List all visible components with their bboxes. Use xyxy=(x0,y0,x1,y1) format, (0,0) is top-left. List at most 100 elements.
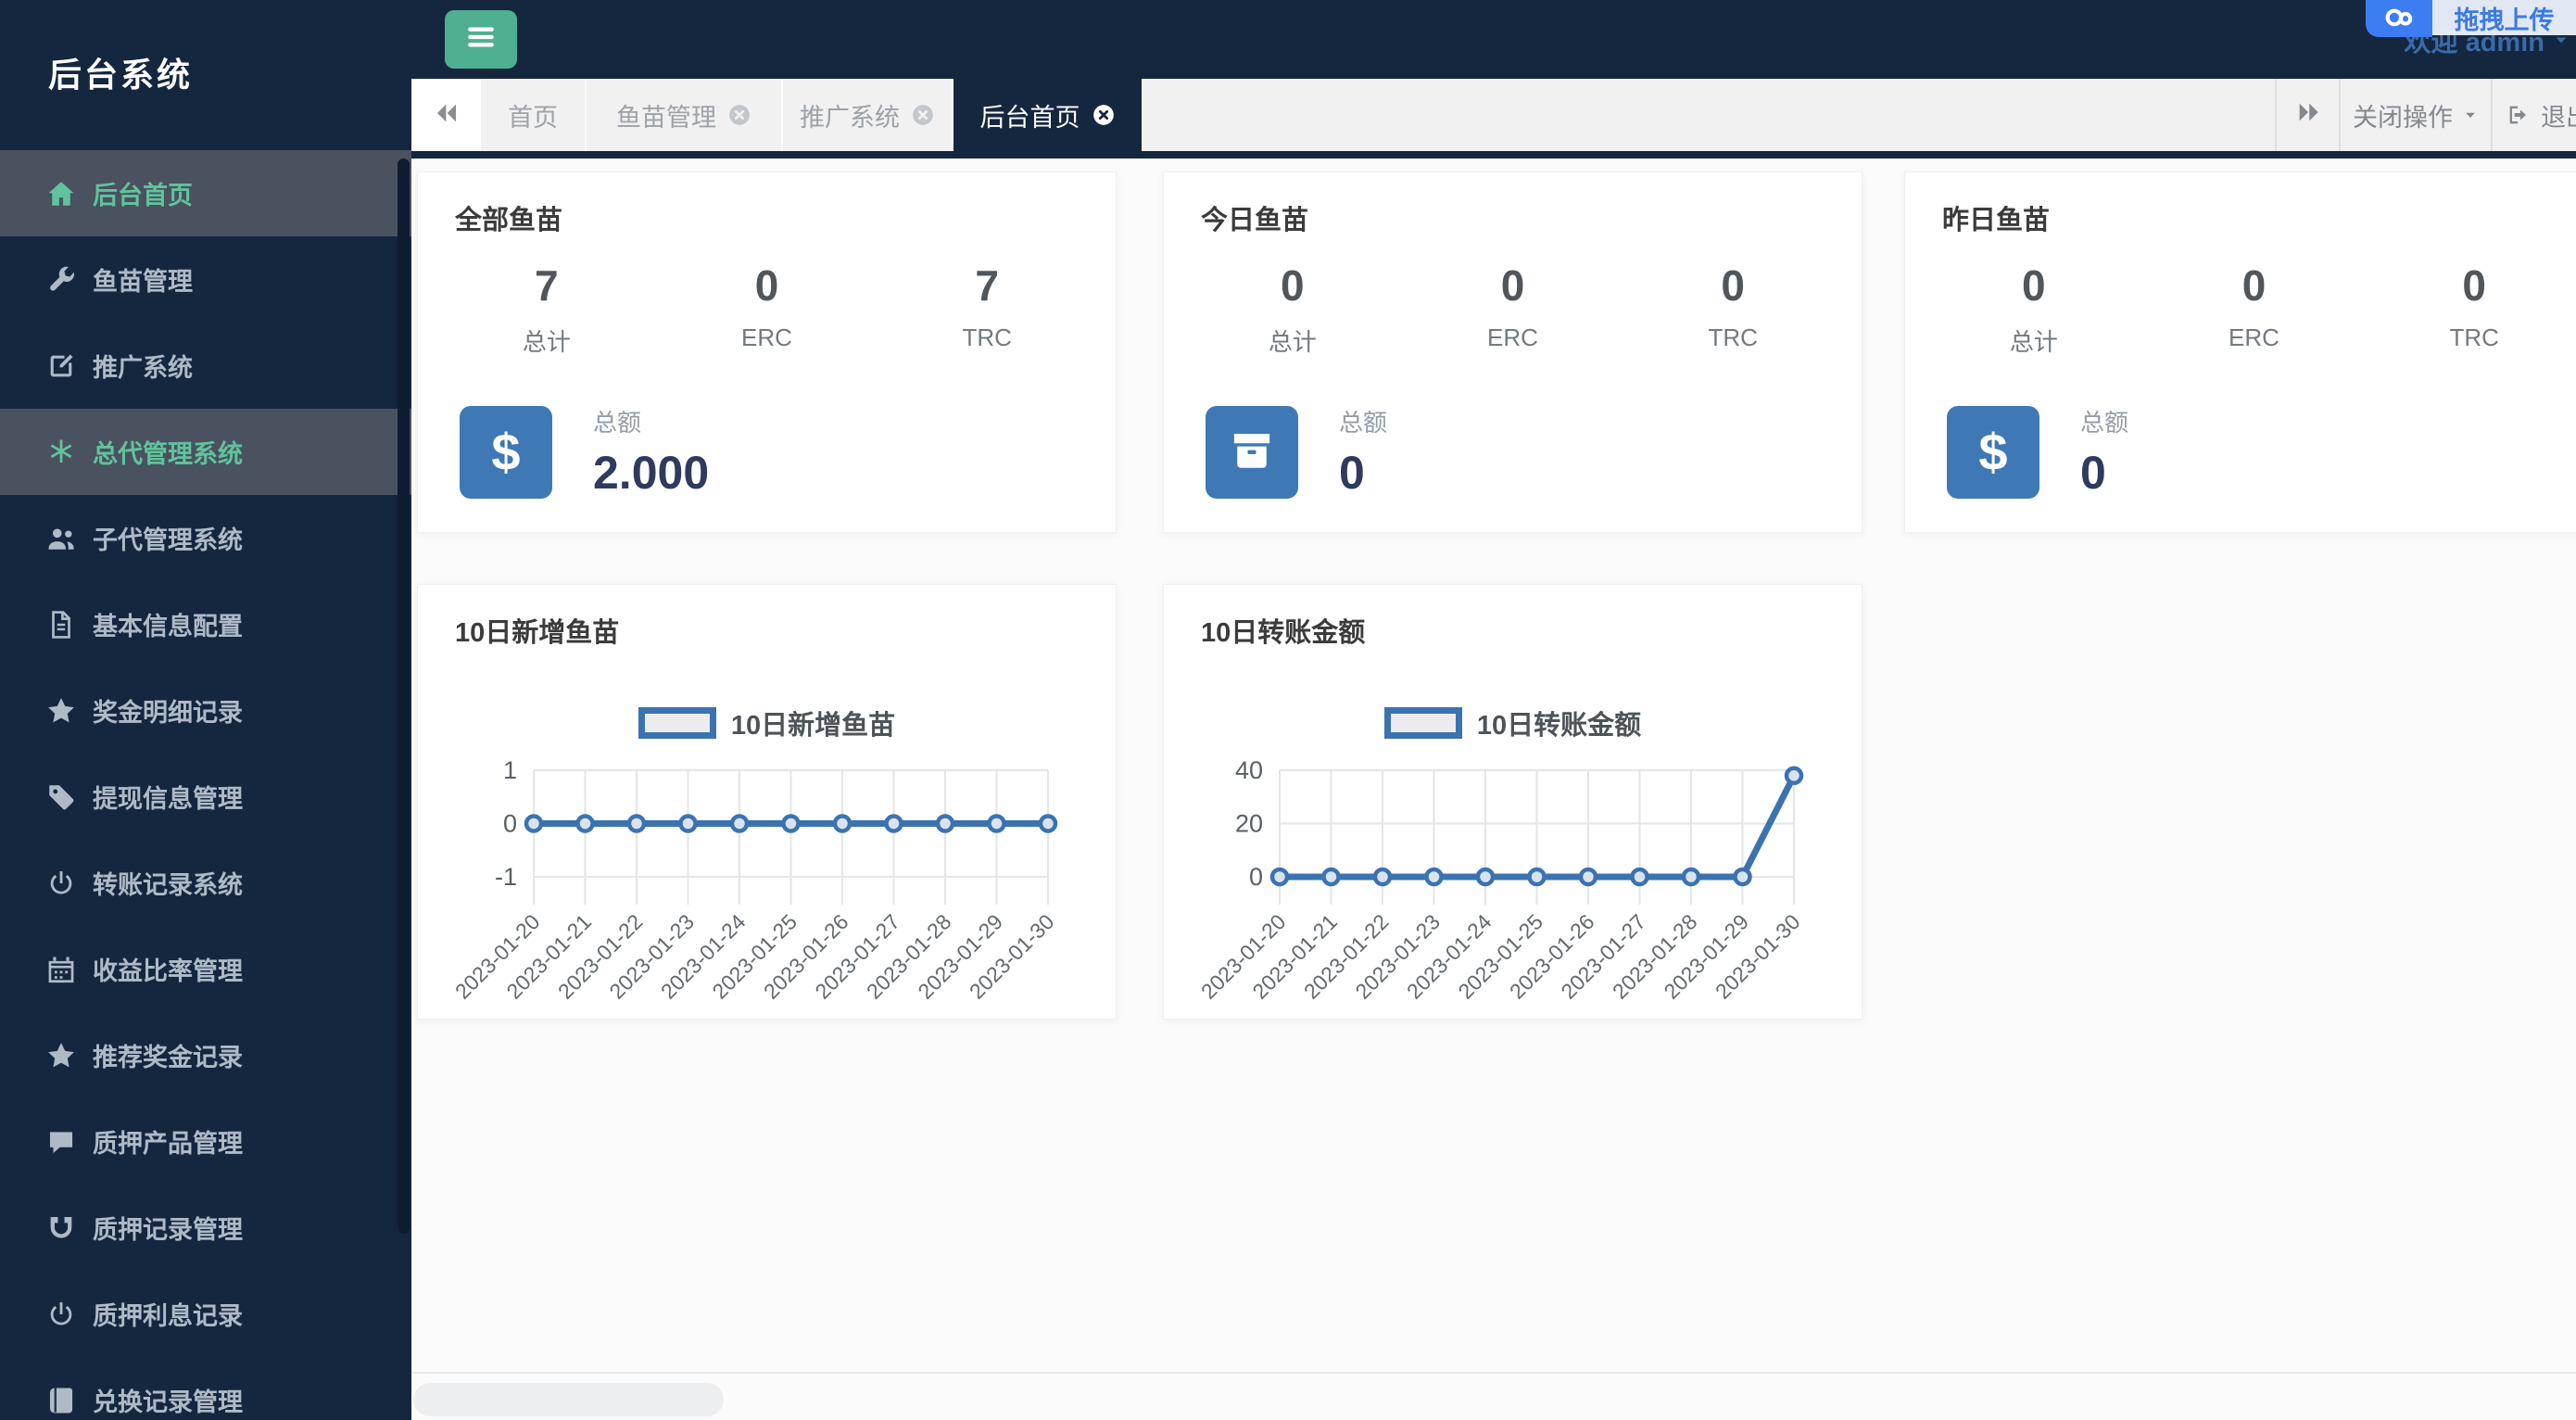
stat-card-昨日鱼苗: 昨日鱼苗 0 总计 0 ERC 0 TRC $ 总额 0 xyxy=(1904,171,2576,533)
stat-label: ERC xyxy=(741,323,792,351)
total-text: 总额 0 xyxy=(2080,404,2128,500)
sidebar-item-label: 提现信息管理 xyxy=(93,785,243,813)
tab-label: 后台首页 xyxy=(979,103,1080,132)
svg-text:0: 0 xyxy=(1249,863,1263,891)
stat-label: 总计 xyxy=(2009,328,2058,356)
total-value: 0 xyxy=(1339,447,1365,499)
stat-value: 0 xyxy=(2241,261,2267,310)
stat-card-全部鱼苗: 全部鱼苗 7 总计 0 ERC 7 TRC $ 总额 2.000 xyxy=(417,171,1117,533)
chart-card-10日新增鱼苗: 10日新增鱼苗 10日新增鱼苗 1 0 -1 2023-01-20 2023-01-21… xyxy=(417,584,1117,1020)
sidebar-item-后台首页[interactable]: 后台首页 xyxy=(0,150,411,236)
comment-icon xyxy=(43,1126,80,1158)
caret-down-icon xyxy=(2466,112,2475,118)
hamburger-icon xyxy=(462,19,499,60)
power-icon xyxy=(43,1299,80,1330)
sidebar-item-鱼苗管理[interactable]: 鱼苗管理 xyxy=(0,236,411,323)
sidebar-item-推广系统[interactable]: 推广系统 xyxy=(0,323,411,409)
double-chevron-left-icon xyxy=(433,99,461,132)
sidebar-item-label: 兑换记录管理 xyxy=(93,1388,243,1416)
sidebar-item-总代管理系统[interactable]: 总代管理系统 xyxy=(0,409,411,495)
chart-legend[interactable]: 10日转账金额 xyxy=(1164,704,1862,742)
tabs-list: 首页 鱼苗管理 推广系统 后台首页 xyxy=(481,79,1142,151)
stat-value: 0 xyxy=(2022,261,2046,310)
sidebar-item-奖金明细记录[interactable]: 奖金明细记录 xyxy=(0,667,411,754)
chart-area: 1 0 -1 2023-01-20 2023-01-21 2023-01-22 2023-0… xyxy=(418,742,1118,1021)
stat-value: 0 xyxy=(2462,261,2486,310)
sign-out-icon xyxy=(2509,106,2527,124)
card-total-block: $ 总额 0 xyxy=(1947,404,2128,500)
total-icon-tile xyxy=(1206,405,1298,499)
stat-ERC: 0 ERC xyxy=(2144,260,2365,358)
asterisk-icon xyxy=(43,437,80,468)
total-icon-tile: $ xyxy=(460,405,552,499)
legend-swatch xyxy=(1383,707,1462,739)
sidebar-item-基本信息配置[interactable]: 基本信息配置 xyxy=(0,581,411,667)
svg-text:20: 20 xyxy=(1235,810,1263,838)
chart-card-title: 10日新增鱼苗 xyxy=(455,618,620,648)
sidebar-item-收益比率管理[interactable]: 收益比率管理 xyxy=(0,926,411,1012)
stat-label: ERC xyxy=(2229,323,2279,351)
close-operations-dropdown[interactable]: 关闭操作 xyxy=(2339,79,2491,151)
stat-TRC: 0 TRC xyxy=(1623,260,1843,358)
horizontal-scrollbar-thumb[interactable] xyxy=(413,1383,724,1416)
dollar-icon: $ xyxy=(1978,423,2008,481)
tab-close-icon[interactable] xyxy=(1092,103,1116,127)
calendar-icon xyxy=(43,954,80,985)
stats-row: 7 总计 0 ERC 7 TRC xyxy=(436,260,1097,358)
tab-strip-filler xyxy=(1142,79,2275,151)
tab-推广系统[interactable]: 推广系统 xyxy=(783,79,953,151)
book-icon xyxy=(43,1385,80,1416)
drag-upload-overlay[interactable]: 拖拽上传 xyxy=(2432,0,2576,35)
sidebar-item-推荐奖金记录[interactable]: 推荐奖金记录 xyxy=(0,1012,411,1098)
star-icon xyxy=(43,1040,80,1071)
tab-鱼苗管理[interactable]: 鱼苗管理 xyxy=(587,79,783,151)
legend-label: 10日新增鱼苗 xyxy=(730,711,896,741)
stat-card-title: 昨日鱼苗 xyxy=(1942,206,2051,235)
sidebar-item-子代管理系统[interactable]: 子代管理系统 xyxy=(0,495,411,581)
chart-plot: 10-12023-01-202023-01-212023-01-222023-0… xyxy=(450,756,1059,1004)
main-content: 全部鱼苗 7 总计 0 ERC 7 TRC $ 总额 2.000 今日鱼苗 0 总计 0 E… xyxy=(411,158,2576,1420)
chart-legend[interactable]: 10日新增鱼苗 xyxy=(418,704,1116,742)
stat-value: 0 xyxy=(1281,261,1305,310)
stats-row: 0 总计 0 ERC 0 TRC xyxy=(1182,260,1843,358)
tabs-scroll-right-button[interactable] xyxy=(2275,79,2339,151)
sidebar-menu: 后台首页 鱼苗管理 推广系统 总代管理系统 子代管理系统 基本信息配置 奖金明细记录提现信息… xyxy=(0,150,411,1420)
card-total-block: $ 总额 2.000 xyxy=(460,404,709,500)
tabstrip-underline xyxy=(411,151,2576,158)
stat-value: 7 xyxy=(535,261,559,310)
upload-widget-logo-tile[interactable] xyxy=(2366,0,2432,37)
chart-card-10日转账金额: 10日转账金额 10日转账金额 40 20 0 2023-01-20 2023-01-2… xyxy=(1163,584,1863,1020)
stat-总计: 0 总计 xyxy=(1924,260,2144,358)
sidebar-item-质押记录管理[interactable]: 质押记录管理 xyxy=(0,1185,411,1271)
total-value: 0 xyxy=(2080,447,2106,499)
stat-label: ERC xyxy=(1487,323,1538,351)
tab-close-icon[interactable] xyxy=(727,103,751,127)
sidebar-toggle-button[interactable] xyxy=(445,10,517,69)
legend-label: 10日转账金额 xyxy=(1476,711,1642,741)
card-total-block: 总额 0 xyxy=(1206,404,1387,500)
total-text: 总额 0 xyxy=(1339,404,1387,500)
stat-card-title: 全部鱼苗 xyxy=(455,206,563,235)
chart-card-title: 10日转账金额 xyxy=(1201,618,1366,648)
stat-总计: 0 总计 xyxy=(1182,260,1403,358)
chart-area: 40 20 0 2023-01-20 2023-01-21 2023-01-22 2023-… xyxy=(1164,742,1863,1021)
edit-icon xyxy=(43,350,80,382)
tabs-scroll-left-button[interactable] xyxy=(411,79,481,151)
tab-后台首页[interactable]: 后台首页 xyxy=(953,79,1142,151)
dollar-icon: $ xyxy=(491,423,521,481)
stat-label: TRC xyxy=(2449,323,2499,351)
stat-value: 7 xyxy=(975,261,999,310)
sidebar-item-质押利息记录[interactable]: 质押利息记录 xyxy=(0,1271,411,1357)
stat-card-今日鱼苗: 今日鱼苗 0 总计 0 ERC 0 TRC 总额 0 xyxy=(1163,171,1863,533)
sidebar-item-提现信息管理[interactable]: 提现信息管理 xyxy=(0,754,411,840)
sidebar-item-质押产品管理[interactable]: 质押产品管理 xyxy=(0,1098,411,1185)
sidebar-scrollbar-thumb[interactable] xyxy=(398,158,410,1234)
svg-text:-1: -1 xyxy=(495,863,517,891)
tab-首页[interactable]: 首页 xyxy=(481,79,587,151)
power-icon xyxy=(43,868,80,899)
sidebar-item-兑换记录管理[interactable]: 兑换记录管理 xyxy=(0,1357,411,1420)
logout-button[interactable]: 退出 xyxy=(2491,79,2576,151)
app-title: 后台系统 xyxy=(48,56,194,94)
sidebar-item-转账记录系统[interactable]: 转账记录系统 xyxy=(0,840,411,926)
tab-close-icon[interactable] xyxy=(911,103,935,127)
